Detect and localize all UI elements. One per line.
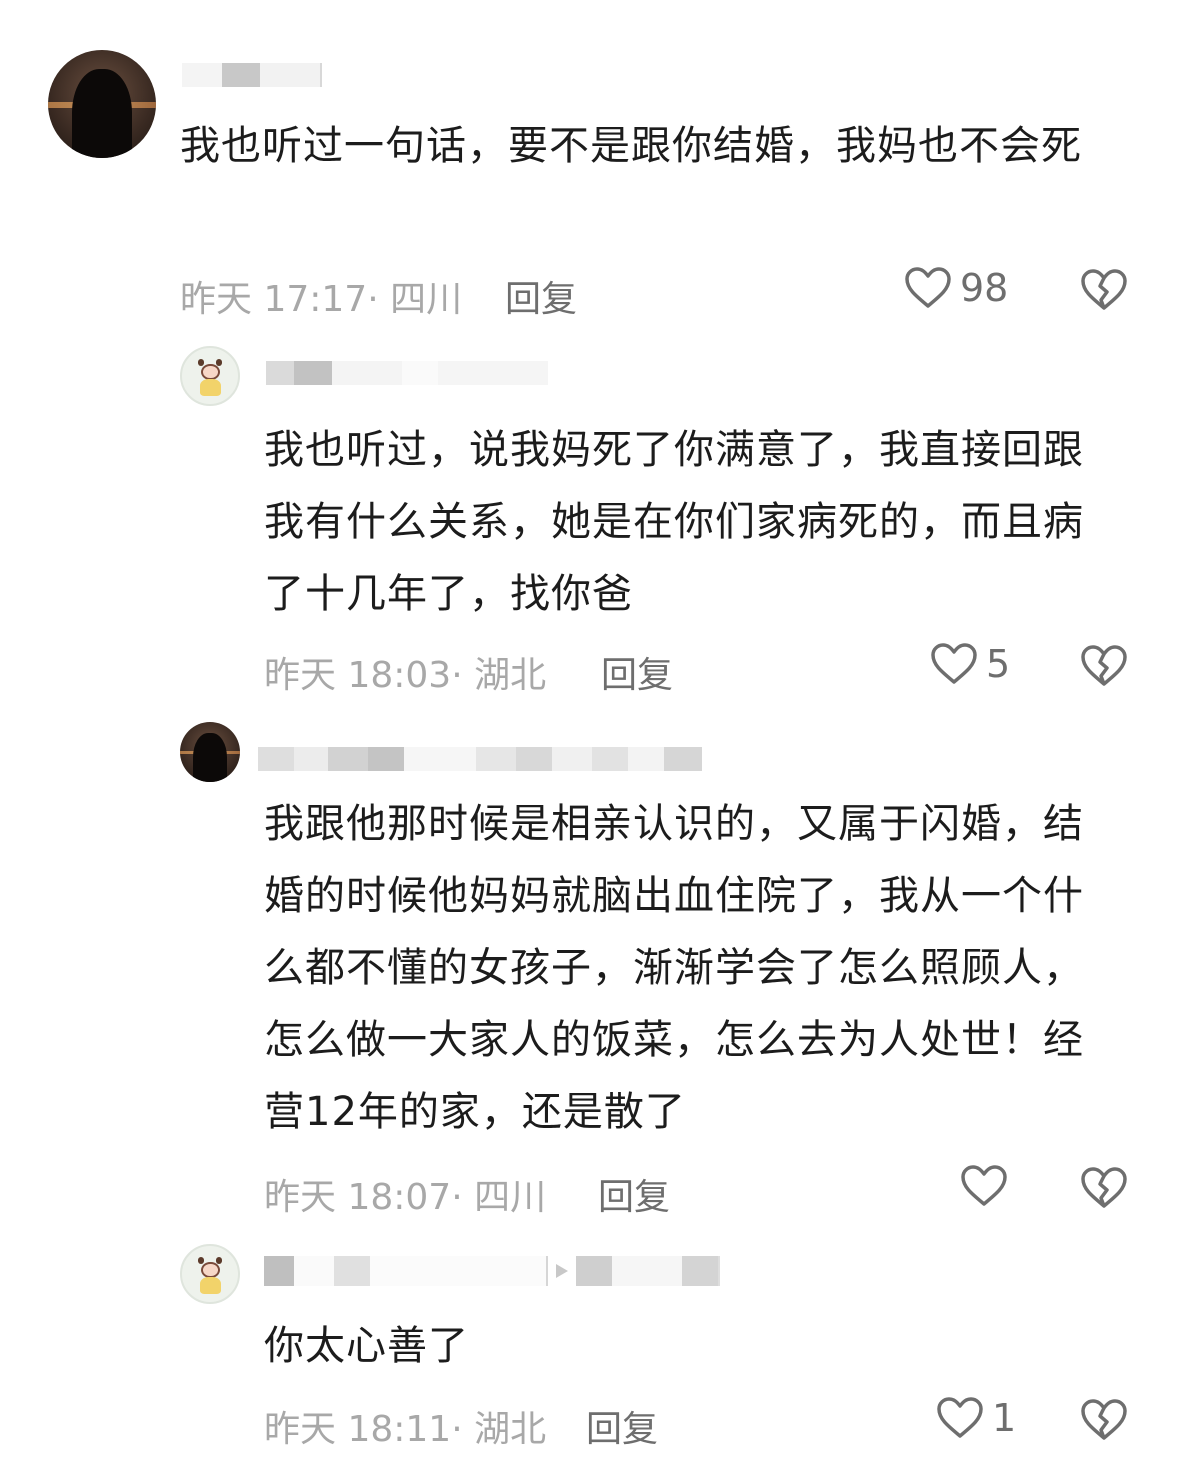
- reply-button[interactable]: 回复: [586, 1400, 658, 1452]
- heart-outline-icon: [931, 643, 977, 684]
- like-button[interactable]: 98: [904, 266, 1008, 310]
- broken-heart-icon[interactable]: [1080, 644, 1128, 688]
- like-count: 5: [986, 642, 1011, 686]
- avatar-body: [199, 379, 222, 397]
- avatar[interactable]: [48, 50, 156, 158]
- broken-heart-icon[interactable]: [1080, 268, 1128, 312]
- heart-outline-icon: [937, 1397, 983, 1438]
- comment-location: 湖北: [474, 655, 547, 696]
- reply-arrow-icon: [556, 1264, 568, 1278]
- comment-text: 我也听过一句话，要不是跟你结婚，我妈也不会死: [180, 123, 1082, 169]
- reply-button[interactable]: 回复: [505, 270, 577, 322]
- comment-time: 昨天 18:11: [264, 1409, 452, 1450]
- avatar[interactable]: [180, 346, 240, 406]
- avatar-face: [201, 1261, 221, 1279]
- comment-time: 昨天 18:07: [264, 1177, 452, 1218]
- comment-location: 湖北: [474, 1409, 547, 1450]
- comment-meta: 昨天 18:07· 四川: [264, 1168, 546, 1220]
- heart-outline-icon: [961, 1165, 1007, 1206]
- comment-meta: 昨天 17:17· 四川: [180, 270, 462, 322]
- comment-time: 昨天 18:03: [264, 655, 452, 696]
- reply-button[interactable]: 回复: [598, 1168, 670, 1220]
- comment-location: 四川: [390, 279, 463, 320]
- broken-heart-icon[interactable]: [1080, 1398, 1128, 1442]
- comment-text: 你太心善了: [264, 1323, 469, 1369]
- meta-separator: ·: [451, 655, 475, 696]
- comment-location: 四川: [474, 1177, 547, 1218]
- avatar-face: [201, 363, 221, 381]
- like-button[interactable]: 5: [930, 642, 1010, 686]
- username-redacted[interactable]: [266, 360, 548, 386]
- avatar-body: [199, 1277, 222, 1295]
- username-redacted[interactable]: [258, 746, 702, 772]
- like-button[interactable]: [960, 1164, 1016, 1208]
- comment-meta: 昨天 18:11· 湖北: [264, 1400, 546, 1452]
- username-redacted[interactable]: [264, 1254, 720, 1288]
- comment-time: 昨天 17:17: [180, 279, 368, 320]
- avatar-silhouette: [193, 732, 227, 782]
- like-count: 1: [992, 1396, 1017, 1440]
- like-button[interactable]: 1: [936, 1396, 1016, 1440]
- reply-button[interactable]: 回复: [601, 646, 673, 698]
- meta-separator: ·: [451, 1409, 475, 1450]
- meta-separator: ·: [451, 1177, 475, 1218]
- heart-outline-icon: [905, 267, 951, 308]
- username-redacted[interactable]: [182, 62, 322, 88]
- comment-text: 我也听过，说我妈死了你满意了，我直接回跟我有什么关系，她是在你们家病死的，而且病…: [264, 427, 1084, 617]
- avatar-silhouette: [71, 69, 133, 158]
- comment-meta: 昨天 18:03· 湖北: [264, 646, 546, 698]
- meta-separator: ·: [367, 279, 391, 320]
- broken-heart-icon[interactable]: [1080, 1166, 1128, 1210]
- avatar[interactable]: [180, 722, 240, 782]
- comment-text: 我跟他那时候是相亲认识的，又属于闪婚，结婚的时候他妈妈就脑出血住院了，我从一个什…: [264, 801, 1084, 1135]
- avatar[interactable]: [180, 1244, 240, 1304]
- like-count: 98: [960, 266, 1009, 310]
